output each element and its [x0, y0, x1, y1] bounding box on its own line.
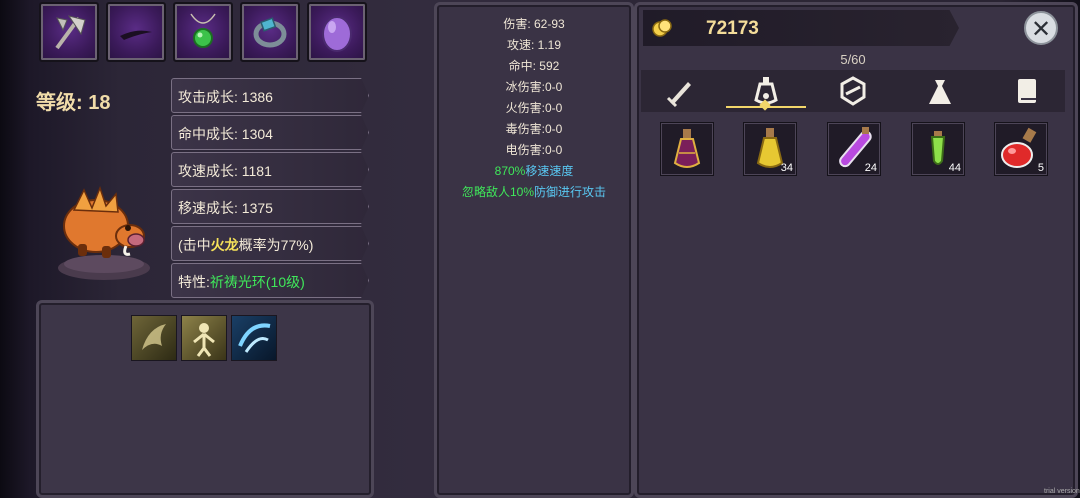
bonus-ignore-label: 防御进行攻击	[534, 185, 607, 199]
skill-slot-2[interactable]	[181, 315, 227, 361]
attr-poison-damage: 毒伤害:0-0	[505, 122, 563, 136]
attr-bonus-speed: 870%移速速度	[437, 162, 631, 179]
boar-pet-icon	[58, 185, 150, 280]
attr-fire-damage: 火伤害:0-0	[505, 101, 563, 115]
equip-slot-weapon[interactable]	[39, 2, 99, 62]
skill-slot-3[interactable]	[231, 315, 277, 361]
beast-claw-skill-icon	[142, 324, 166, 350]
hit-chance-row: (击中火龙概率为77%)	[171, 226, 369, 261]
trait-text: 特性:祈祷光环(10级)	[178, 272, 305, 292]
attr-ice-damage: 冰伤害:0-0	[505, 80, 563, 94]
inventory-item[interactable]: 5	[994, 122, 1048, 176]
attr-electric-damage: 电伤害:0-0	[505, 143, 563, 157]
tab-books[interactable]	[1007, 74, 1047, 108]
gem-tab-icon	[840, 76, 866, 106]
attr-accuracy: 命中: 592	[508, 59, 560, 73]
stat-attack-speed-growth: 攻速成长: 1181	[171, 152, 369, 187]
stat-attack-growth: 攻击成长: 1386	[171, 78, 369, 113]
trait-row: 特性:祈祷光环(10级)	[171, 263, 369, 298]
bag-tab-icon	[929, 80, 951, 104]
hit-chance-pre: (击中	[178, 237, 211, 253]
close-button[interactable]: ✕	[1024, 11, 1058, 45]
gold-bar	[643, 10, 959, 46]
equip-slot-offhand[interactable]	[106, 2, 166, 62]
stat-text: 攻击成长: 1386	[178, 89, 273, 105]
bonus-speed-value: 870%	[494, 164, 526, 178]
attr-attack-speed: 攻速: 1.19	[506, 38, 562, 52]
item-quantity: 5	[1037, 162, 1044, 174]
hit-chance-highlight: 火龙	[210, 237, 239, 253]
blue-strike-skill-icon	[238, 323, 271, 353]
trial-watermark: trial version	[1044, 488, 1080, 495]
stat-hit-growth: 命中成长: 1304	[171, 115, 369, 150]
hit-chance-post: 概率为77%)	[238, 237, 314, 253]
purple-flask-icon	[673, 129, 701, 168]
item-quantity: 44	[948, 162, 961, 174]
stat-move-speed-growth: 移速成长: 1375	[171, 189, 369, 224]
dark-blade-icon	[120, 30, 152, 40]
green-amulet-icon	[190, 13, 216, 48]
inventory-item[interactable]: 34	[743, 122, 797, 176]
inventory-count: 5/60	[840, 52, 866, 67]
level-label: 等级: 18	[36, 92, 111, 114]
attr-bonus-ignore-defense: 忽略敌人10%防御进行攻击	[437, 183, 631, 200]
item-quantity: 34	[780, 162, 793, 174]
book-tab-icon	[1018, 79, 1036, 103]
attr-damage: 伤害: 62-93	[503, 17, 565, 31]
purple-egg-icon	[322, 16, 352, 52]
inventory-item[interactable]: 24	[827, 122, 881, 176]
tab-materials[interactable]	[920, 74, 960, 108]
battle-axe-icon	[55, 15, 86, 50]
item-quantity: 24	[864, 162, 877, 174]
bonus-ignore-pre: 忽略敌人10%	[461, 185, 534, 199]
hit-chance-text: (击中火龙概率为77%)	[178, 235, 313, 255]
stat-text: 命中成长: 1304	[178, 126, 273, 142]
skill-panel	[36, 300, 374, 498]
skill-slot-1[interactable]	[131, 315, 177, 361]
tab-gems[interactable]	[833, 74, 873, 108]
inventory-item[interactable]	[660, 122, 714, 176]
equip-slot-amulet[interactable]	[173, 2, 233, 62]
sword-tab-icon	[666, 82, 691, 108]
tab-weapons[interactable]	[660, 74, 700, 108]
pet-display[interactable]	[44, 176, 164, 291]
holy-figure-skill-icon	[193, 323, 215, 357]
trait-highlight: 祈祷光环(10级)	[209, 274, 305, 290]
gold-amount: 72173	[706, 18, 759, 39]
gold-coin-icon	[651, 17, 673, 44]
attributes-panel: 伤害: 62-93 攻速: 1.19 命中: 592 冰伤害:0-0 火伤害:0…	[434, 2, 634, 498]
stat-text: 攻速成长: 1181	[178, 163, 272, 179]
bonus-speed-label: 移速速度	[525, 164, 574, 178]
stat-text: 移速成长: 1375	[178, 200, 273, 216]
equip-slot-ring[interactable]	[240, 2, 300, 62]
ring-icon	[253, 17, 287, 48]
close-icon: ✕	[1030, 16, 1052, 43]
trait-pre: 特性:	[178, 274, 210, 290]
equip-slot-pet-egg[interactable]	[307, 2, 367, 62]
inventory-item[interactable]: 44	[911, 122, 965, 176]
